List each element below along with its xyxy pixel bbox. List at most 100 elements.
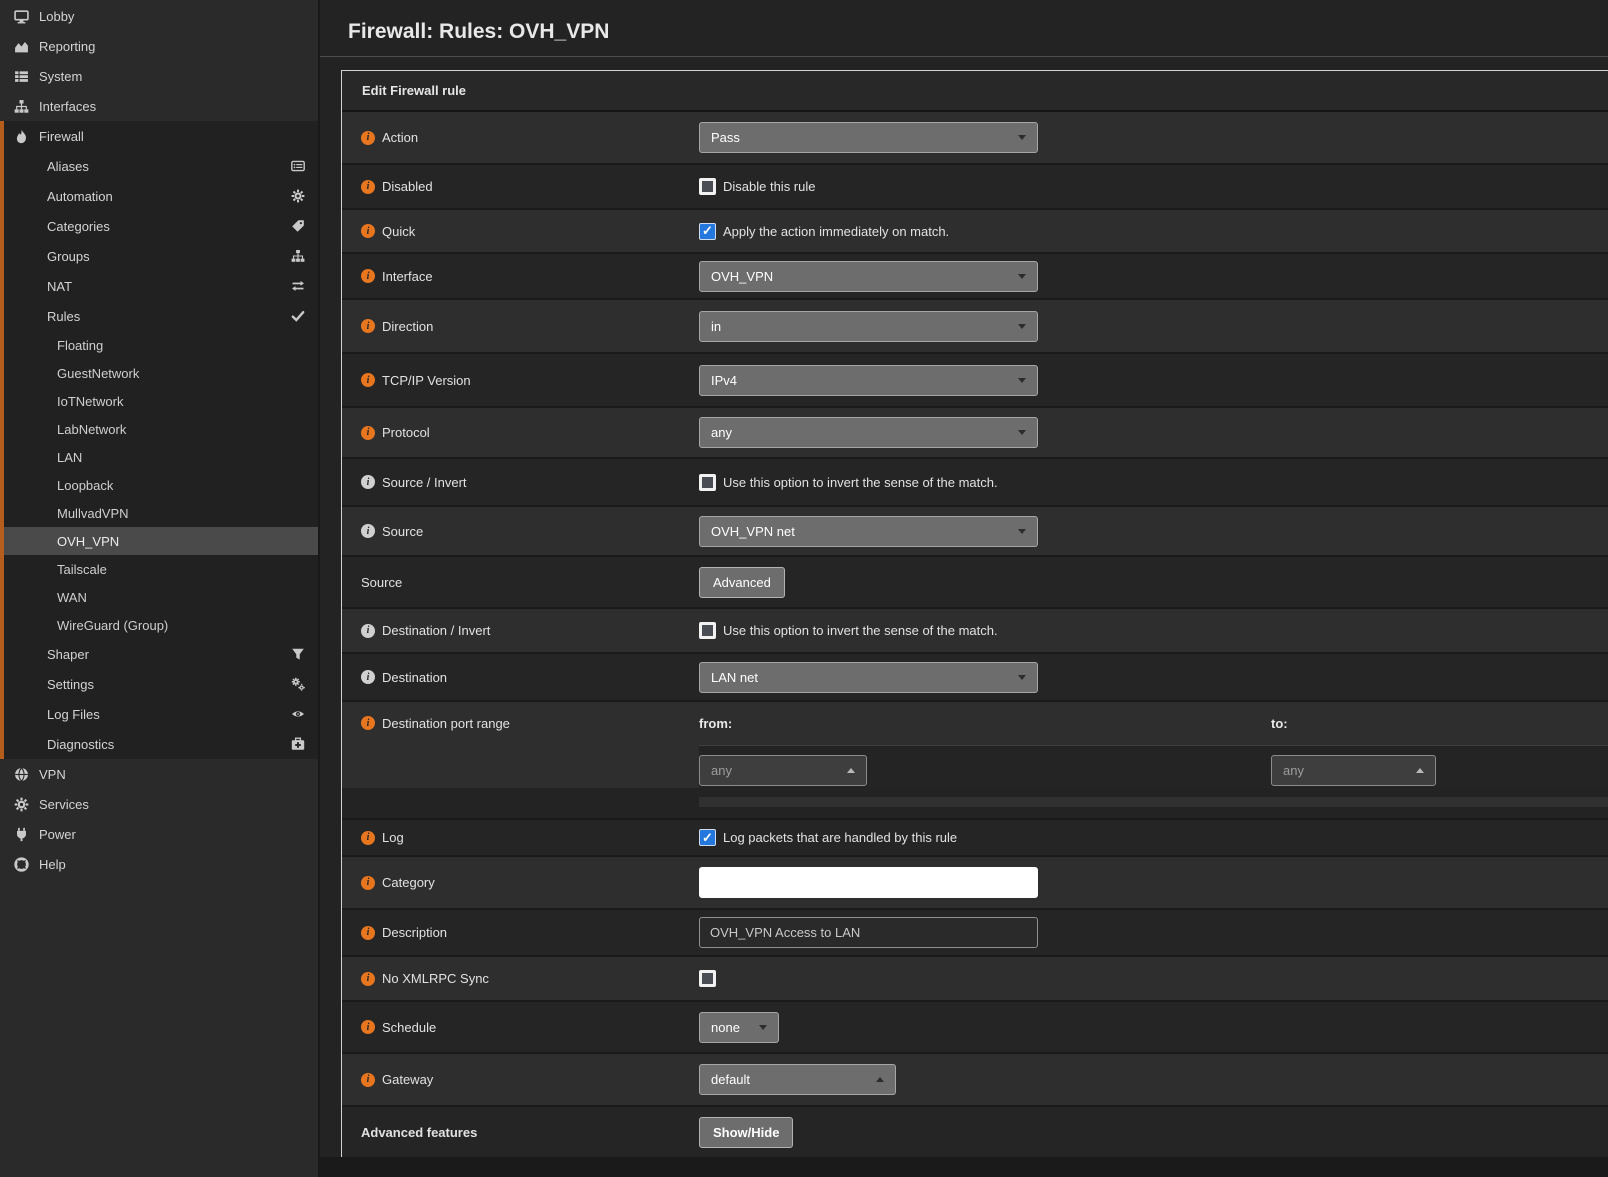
source-select[interactable]: OVH_VPN net (699, 516, 1038, 547)
field-label: Gateway (382, 1072, 433, 1087)
sidebar-item-mullvadvpn[interactable]: MullvadVPN (4, 499, 318, 527)
sidebar-item-iotnetwork[interactable]: IoTNetwork (4, 387, 318, 415)
destination-invert-checkbox[interactable] (699, 622, 716, 639)
caret-down-icon (1018, 675, 1026, 680)
quick-checkbox[interactable]: ✓ (699, 223, 716, 240)
sidebar-item-wireguard-group[interactable]: WireGuard (Group) (4, 611, 318, 639)
caret-up-icon (1416, 768, 1424, 773)
caret-down-icon (1018, 324, 1026, 329)
info-icon: i (361, 475, 375, 489)
bottom-strip (320, 1157, 1608, 1177)
form-row-protocol: iProtocolany (342, 406, 1608, 457)
sidebar-item-loopback[interactable]: Loopback (4, 471, 318, 499)
sidebar-item-floating[interactable]: Floating (4, 331, 318, 359)
form-row-schedule: iSchedulenone (342, 1000, 1608, 1052)
field-label: Protocol (382, 425, 430, 440)
protocol-select[interactable]: any (699, 417, 1038, 448)
sidebar-item-services[interactable]: Services (0, 789, 318, 819)
sidebar-item-tailscale[interactable]: Tailscale (4, 555, 318, 583)
action-select[interactable]: Pass (699, 122, 1038, 153)
destination-select[interactable]: LAN net (699, 662, 1038, 693)
caret-down-icon (1018, 529, 1026, 534)
field-label: Source (361, 575, 402, 590)
field-label: No XMLRPC Sync (382, 971, 489, 986)
sidebar-item-log-files[interactable]: Log Files (4, 699, 318, 729)
life-ring-icon (14, 857, 30, 872)
no-xmlrpc-sync-checkbox[interactable] (699, 970, 716, 987)
info-icon: i (361, 972, 375, 986)
sidebar-item-vpn[interactable]: VPN (0, 759, 318, 789)
info-icon: i (361, 926, 375, 940)
sidebar-item-ovh-vpn[interactable]: OVH_VPN (4, 527, 318, 555)
form-row-advanced-features: Advanced features Show/Hide (342, 1105, 1608, 1157)
info-icon: i (361, 624, 375, 638)
sidebar-item-automation[interactable]: Automation (4, 181, 318, 211)
form-row-destination-port-range: iDestination port rangefrom:to:anyany (342, 700, 1608, 818)
sidebar-item-rules[interactable]: Rules (4, 301, 318, 331)
info-icon: i (361, 180, 375, 194)
schedule-select[interactable]: none (699, 1012, 779, 1043)
caret-up-icon (847, 768, 855, 773)
info-icon: i (361, 876, 375, 890)
edit-firewall-rule-panel: Edit Firewall rule iActionPassiDisabledD… (341, 70, 1608, 1157)
info-icon: i (361, 716, 375, 730)
sidebar-item-nat[interactable]: NAT (4, 271, 318, 301)
form-row-source-advanced: Source Advanced (342, 555, 1608, 607)
advanced-features-button[interactable]: Show/Hide (699, 1117, 793, 1148)
sidebar-item-power[interactable]: Power (0, 819, 318, 849)
form-row-category: iCategory (342, 855, 1608, 908)
interface-select[interactable]: OVH_VPN (699, 261, 1038, 292)
destination-port-to-select[interactable]: any (1271, 755, 1436, 786)
info-icon: i (361, 831, 375, 845)
source-advanced-button[interactable]: Advanced (699, 567, 785, 598)
caret-down-icon (1018, 430, 1026, 435)
horizontal-scrollbar[interactable] (699, 797, 1608, 807)
sidebar-item-guestnetwork[interactable]: GuestNetwork (4, 359, 318, 387)
filter-icon (291, 647, 306, 661)
sidebar-item-firewall[interactable]: Firewall (4, 121, 318, 151)
gear-icon (14, 797, 30, 812)
form-row-source-invert: iSource / InvertUse this option to inver… (342, 457, 1608, 505)
category-input[interactable] (699, 867, 1038, 898)
field-label: Advanced features (361, 1125, 477, 1140)
gateway-select[interactable]: default (699, 1064, 896, 1095)
sidebar-item-labnetwork[interactable]: LabNetwork (4, 415, 318, 443)
to-label: to: (1271, 716, 1288, 731)
field-label: Interface (382, 269, 433, 284)
field-label: TCP/IP Version (382, 373, 471, 388)
caret-down-icon (1018, 378, 1026, 383)
sidebar-item-diagnostics[interactable]: Diagnostics (4, 729, 318, 759)
source-invert-checkbox[interactable] (699, 474, 716, 491)
destination-port-from-select[interactable]: any (699, 755, 867, 786)
sidebar-item-lobby[interactable]: Lobby (0, 1, 318, 31)
sidebar-item-wan[interactable]: WAN (4, 583, 318, 611)
info-icon: i (361, 269, 375, 283)
sidebar-item-aliases[interactable]: Aliases (4, 151, 318, 181)
log-checkbox[interactable]: ✓ (699, 829, 716, 846)
sidebar-item-settings[interactable]: Settings (4, 669, 318, 699)
gear-icon (291, 189, 306, 203)
tcp-ip-version-select[interactable]: IPv4 (699, 365, 1038, 396)
sidebar-item-shaper[interactable]: Shaper (4, 639, 318, 669)
sidebar-item-interfaces[interactable]: Interfaces (0, 91, 318, 121)
globe-icon (14, 767, 30, 782)
description-input[interactable] (699, 917, 1038, 948)
sidebar-item-system[interactable]: System (0, 61, 318, 91)
form-row-disabled: iDisabledDisable this rule (342, 163, 1608, 208)
form-row-destination: iDestinationLAN net (342, 652, 1608, 700)
sidebar-item-reporting[interactable]: Reporting (0, 31, 318, 61)
sidebar-item-groups[interactable]: Groups (4, 241, 318, 271)
disabled-checkbox[interactable] (699, 178, 716, 195)
form-row-no-xmlrpc-sync: i No XMLRPC Sync (342, 955, 1608, 1000)
form-row-direction: iDirectionin (342, 298, 1608, 352)
sidebar-item-lan[interactable]: LAN (4, 443, 318, 471)
sidebar-item-categories[interactable]: Categories (4, 211, 318, 241)
direction-select[interactable]: in (699, 311, 1038, 342)
caret-down-icon (759, 1025, 767, 1030)
info-icon: i (361, 319, 375, 333)
cogs-icon (291, 677, 306, 691)
field-label: Schedule (382, 1020, 436, 1035)
sidebar-item-help[interactable]: Help (0, 849, 318, 879)
form-row-source: iSourceOVH_VPN net (342, 505, 1608, 555)
field-label: Log (382, 830, 404, 845)
